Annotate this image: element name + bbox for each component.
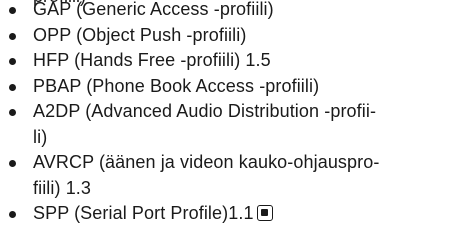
bullet-icon <box>9 160 16 167</box>
bullet-icon <box>9 32 16 40</box>
end-of-section-icon <box>256 205 273 221</box>
bullet-icon <box>9 7 16 14</box>
list-item-text-continued: li) <box>33 126 48 147</box>
list-item-text: GAP (Generic Access -profiili) <box>33 0 274 19</box>
bullet-icon <box>9 109 16 116</box>
list-item-gap: GAP (Generic Access -profiili) <box>0 0 456 23</box>
list-item-opp: OPP (Object Push -profiili) <box>0 23 456 49</box>
list-item-text: AVRCP (äänen ja videon kauko-ohjauspro- <box>33 152 380 172</box>
list-item-text: PBAP (Phone Book Access -profiili) <box>33 75 320 96</box>
list-item-avrcp: AVRCP (äänen ja videon kauko-ohjauspro- … <box>0 150 456 201</box>
list-item-text-continued: fiili) 1.3 <box>33 177 92 198</box>
bullet-icon <box>9 83 16 91</box>
bluetooth-profile-list: GAP (Generic Access -profiili) OPP (Obje… <box>0 0 456 227</box>
list-item-pbap: PBAP (Phone Book Access -profiili) <box>0 74 456 100</box>
list-item-hfp: HFP (Hands Free -profiili) 1.5 <box>0 48 456 74</box>
bullet-icon <box>9 58 16 65</box>
list-item-text: A2DP (Advanced Audio Distribution -profi… <box>33 101 377 121</box>
list-item-text: SPP (Serial Port Profile)1.1 <box>33 201 456 227</box>
list-item-text: HFP (Hands Free -profiili) 1.5 <box>33 50 271 70</box>
bullet-icon <box>9 211 16 218</box>
list-item-text: OPP (Object Push -profiili) <box>33 24 247 45</box>
list-item-spp: SPP (Serial Port Profile)1.1 <box>0 201 456 227</box>
document-page: profiili) GAP (Generic Access -profiili)… <box>0 0 456 251</box>
list-item-a2dp: A2DP (Advanced Audio Distribution -profi… <box>0 99 456 150</box>
list-item-label: SPP (Serial Port Profile)1.1 <box>33 203 254 223</box>
